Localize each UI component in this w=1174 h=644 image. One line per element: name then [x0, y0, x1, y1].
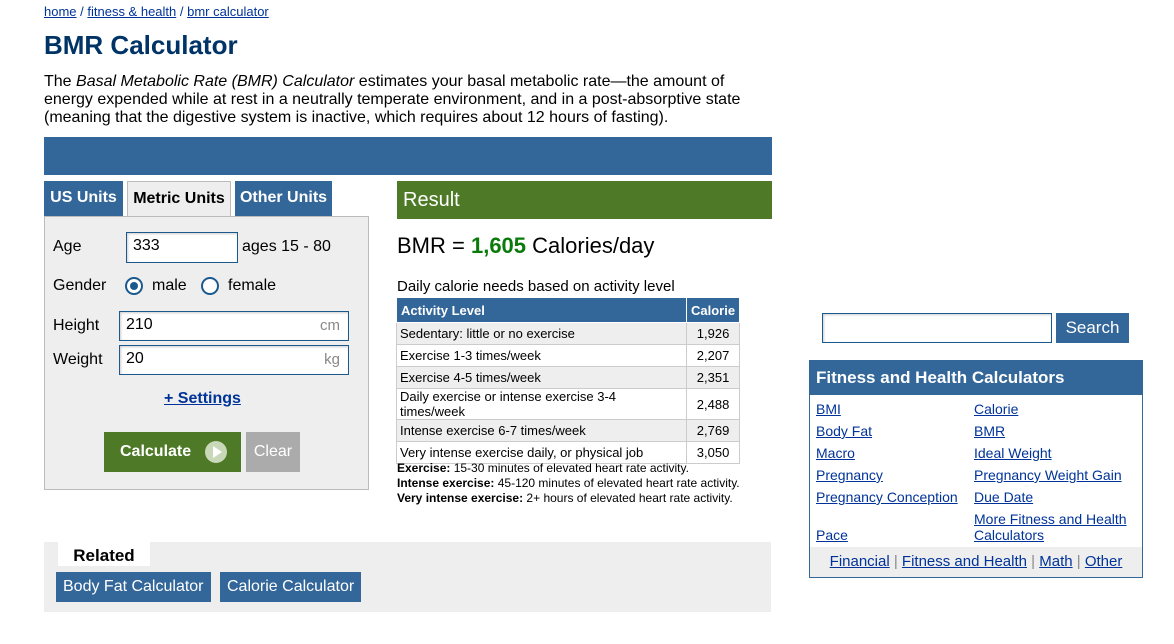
table-row: Exercise 4-5 times/week 2,351: [396, 366, 741, 389]
sidebar-footer: Financial | Fitness and Health | Math | …: [810, 547, 1142, 577]
weight-input[interactable]: 20 kg: [119, 345, 349, 375]
note-text: 15-30 minutes of elevated heart rate act…: [450, 461, 689, 475]
sidebar-title: Fitness and Health Calculators: [810, 361, 1142, 395]
activity-table: Activity Level Calorie Sedentary: little…: [396, 297, 741, 464]
table-row: Exercise 1-3 times/week 2,207: [396, 344, 741, 367]
sidebar-link-pace[interactable]: Pace: [816, 527, 848, 543]
age-label: Age: [53, 238, 82, 255]
age-hint: ages 15 - 80: [242, 238, 331, 255]
bmr-suffix: Calories/day: [526, 233, 655, 258]
sidebar-link-macro[interactable]: Macro: [816, 445, 855, 461]
related-calorie-link[interactable]: Calorie Calculator: [220, 572, 362, 602]
intro-text: The: [44, 73, 77, 90]
breadcrumb: home / fitness & health / bmr calculator: [44, 4, 269, 19]
play-icon: [205, 441, 227, 463]
footer-separator: |: [1072, 553, 1085, 570]
gender-label: Gender: [53, 277, 107, 294]
footer-link-math[interactable]: Math: [1039, 553, 1072, 570]
age-input[interactable]: 333: [126, 232, 238, 263]
note-term: Very intense exercise:: [397, 491, 524, 505]
table-header: Calorie: [685, 297, 741, 323]
male-radio[interactable]: [125, 277, 143, 295]
table-cell: 2,351: [685, 366, 741, 389]
sidebar-link-pregnancy[interactable]: Pregnancy: [816, 467, 883, 483]
top-banner-bar: [44, 137, 772, 175]
height-label: Height: [53, 317, 100, 334]
note-term: Intense exercise:: [397, 476, 495, 490]
sidebar-link-more[interactable]: More Fitness and Health Calculators: [974, 511, 1134, 543]
note-line: Exercise: 15-30 minutes of elevated hear…: [397, 461, 740, 476]
note-term: Exercise:: [397, 461, 451, 475]
male-label[interactable]: male: [152, 277, 187, 295]
table-cell: Daily exercise or intense exercise 3-4 t…: [396, 388, 687, 420]
table-row: Intense exercise 6-7 times/week 2,769: [396, 419, 741, 442]
tab-us-units[interactable]: US Units: [44, 181, 123, 217]
table-header: Activity Level: [396, 297, 687, 323]
sidebar-link-pregnancy-conception[interactable]: Pregnancy Conception: [816, 489, 958, 505]
sidebar-link-body-fat[interactable]: Body Fat: [816, 423, 872, 439]
footer-separator: |: [1027, 553, 1040, 570]
footer-link-financial[interactable]: Financial: [830, 553, 890, 570]
height-value: 210: [126, 316, 153, 333]
breadcrumb-separator: /: [76, 4, 88, 19]
search-input[interactable]: [822, 313, 1052, 343]
table-cell: 1,926: [685, 322, 741, 345]
table-cell: Intense exercise 6-7 times/week: [396, 419, 687, 442]
weight-value: 20: [126, 350, 144, 367]
sidebar-link-pregnancy-weight-gain[interactable]: Pregnancy Weight Gain: [974, 467, 1122, 483]
table-cell: Exercise 4-5 times/week: [396, 366, 687, 389]
table-cell: 2,769: [685, 419, 741, 442]
weight-label: Weight: [53, 351, 103, 368]
breadcrumb-section-link[interactable]: fitness & health: [87, 4, 176, 19]
sidebar-calculators: Fitness and Health Calculators BMI Calor…: [809, 360, 1143, 578]
table-row: Daily exercise or intense exercise 3-4 t…: [396, 388, 741, 420]
daily-needs-title: Daily calorie needs based on activity le…: [397, 278, 675, 295]
footer-link-other[interactable]: Other: [1085, 553, 1123, 570]
footer-link-fitness[interactable]: Fitness and Health: [902, 553, 1027, 570]
page-title: BMR Calculator: [44, 30, 238, 60]
breadcrumb-page-link[interactable]: bmr calculator: [187, 4, 269, 19]
note-line: Intense exercise: 45-120 minutes of elev…: [397, 476, 740, 491]
related-body-fat-link[interactable]: Body Fat Calculator: [56, 572, 211, 602]
related-section: Related Body Fat Calculator Calorie Calc…: [44, 542, 771, 612]
search-button[interactable]: Search: [1056, 313, 1129, 343]
table-row: Sedentary: little or no exercise 1,926: [396, 322, 741, 345]
weight-unit: kg: [324, 351, 340, 368]
exercise-notes: Exercise: 15-30 minutes of elevated hear…: [397, 461, 740, 506]
height-unit: cm: [320, 317, 340, 334]
note-text: 2+ hours of elevated heart rate activity…: [523, 491, 733, 505]
calculate-button[interactable]: Calculate: [104, 432, 241, 472]
calculate-label: Calculate: [120, 443, 192, 460]
intro-emphasis: Basal Metabolic Rate (BMR) Calculator: [76, 73, 355, 90]
age-value: 333: [133, 237, 160, 254]
result-header: Result: [397, 181, 772, 219]
sidebar-link-due-date[interactable]: Due Date: [974, 489, 1033, 505]
intro-paragraph: The Basal Metabolic Rate (BMR) Calculato…: [44, 73, 764, 127]
note-text: 45-120 minutes of elevated heart rate ac…: [494, 476, 740, 490]
table-cell: 2,488: [685, 388, 741, 420]
bmr-prefix: BMR =: [397, 233, 471, 258]
settings-link[interactable]: + Settings: [164, 390, 241, 408]
height-input[interactable]: 210 cm: [119, 311, 349, 341]
sidebar-link-bmr[interactable]: BMR: [974, 423, 1005, 439]
sidebar-link-calorie[interactable]: Calorie: [974, 401, 1018, 417]
bmr-value: 1,605: [470, 233, 527, 258]
table-cell: Exercise 1-3 times/week: [396, 344, 687, 367]
sidebar-link-bmi[interactable]: BMI: [816, 401, 841, 417]
table-cell: 2,207: [685, 344, 741, 367]
clear-button[interactable]: Clear: [246, 432, 300, 472]
female-label[interactable]: female: [228, 277, 276, 295]
female-radio[interactable]: [201, 277, 219, 295]
tab-metric-units[interactable]: Metric Units: [127, 181, 231, 218]
footer-separator: |: [889, 553, 902, 570]
table-cell: Sedentary: little or no exercise: [396, 322, 687, 345]
breadcrumb-home-link[interactable]: home: [44, 4, 77, 19]
breadcrumb-separator: /: [176, 4, 188, 19]
related-title: Related: [58, 542, 150, 566]
bmr-result: BMR = 1,605 Calories/day: [397, 233, 654, 259]
tab-other-units[interactable]: Other Units: [235, 181, 332, 217]
note-line: Very intense exercise: 2+ hours of eleva…: [397, 491, 740, 506]
sidebar-link-ideal-weight[interactable]: Ideal Weight: [974, 445, 1052, 461]
